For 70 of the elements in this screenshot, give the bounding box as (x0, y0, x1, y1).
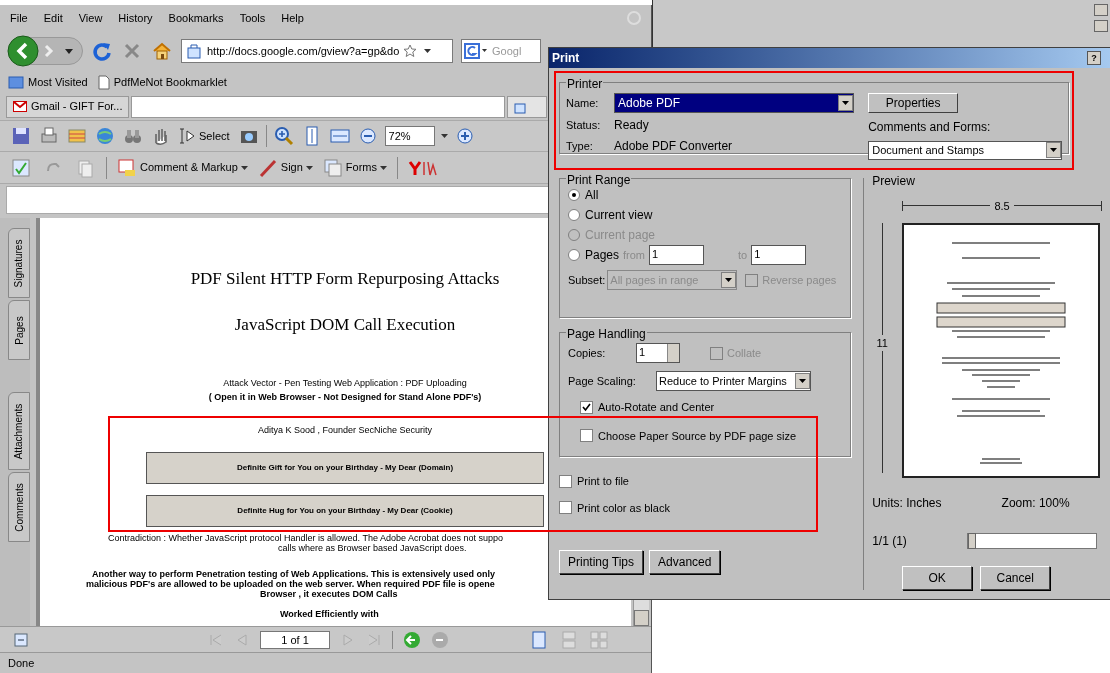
address-bar[interactable]: http://docs.google.com/gview?a=gp&do (181, 39, 453, 63)
document-text: malicious PDF's are allowed to be uploaded on the web server. When required PDF file is opene (86, 578, 496, 589)
bookmark-link[interactable]: PdfMeNot Bookmarklet (113, 73, 227, 91)
checkbox-label: Print color as black (577, 500, 670, 516)
document-title: PDF Silent HTTP Form Repurposing Attacks (190, 268, 500, 290)
preview-zoom: Zoom: 100% (1001, 494, 1070, 512)
page-number-field[interactable]: 1 of 1 (260, 630, 330, 649)
comments-dropdown[interactable]: Document and Stamps (868, 141, 1062, 160)
side-tab[interactable]: Attachments (8, 392, 30, 470)
browser-tab[interactable]: Gmail - GIFT For... (6, 95, 130, 118)
menu-item[interactable]: Edit (43, 9, 63, 27)
checkbox-label: Auto-Rotate and Center (598, 400, 715, 415)
side-tab[interactable]: Comments (8, 472, 30, 542)
sign-button[interactable]: Sign (257, 157, 313, 178)
side-tab[interactable]: Pages (8, 300, 30, 360)
field-label: Copies: (568, 345, 607, 361)
help-button[interactable]: ? (1087, 51, 1101, 65)
printer-dropdown[interactable]: Adobe PDF (614, 93, 855, 113)
field-value: Ready (614, 117, 650, 134)
field-label: Comments and Forms: (868, 119, 992, 136)
pdf-form-button[interactable]: Definite Hug for You on your Birthday - My Dear (Cookie) (146, 494, 544, 527)
menu-item[interactable]: History (118, 9, 153, 27)
ok-button[interactable]: OK (902, 565, 973, 590)
status-text: Done (8, 655, 35, 671)
dimension-label: 8.5 (994, 199, 1010, 214)
radio-label: All (585, 187, 599, 204)
document-text: Browser , it executes DOM Calls (260, 588, 398, 599)
field-label: Type: (566, 138, 594, 154)
page-count: 1/1 (1) (872, 532, 908, 550)
dialog-button[interactable]: Advanced (649, 550, 721, 574)
select-tool-button[interactable]: Select (178, 125, 232, 147)
radio-label: Current view (585, 207, 653, 224)
menu-item[interactable]: Help (281, 9, 304, 27)
side-tab[interactable]: Signatures (8, 228, 30, 298)
properties-button[interactable]: Properties (868, 93, 959, 113)
preview-units: Units: Inches (872, 494, 942, 512)
menu-item[interactable]: File (10, 9, 28, 27)
comment-markup-button[interactable]: Comment & Markup (117, 157, 248, 178)
zoom-field[interactable]: 72% (384, 126, 435, 146)
from-field[interactable]: 1 (649, 245, 705, 265)
to-field[interactable]: 1 (751, 245, 807, 265)
document-text: Worked Efficiently with (280, 608, 380, 619)
document-text: calls where as Browser based JavaScript does. (278, 542, 468, 553)
dialog-button[interactable]: Printing Tips (559, 550, 644, 574)
document-text: Contradiction : Whether JavaScript protocol Handler is allowed. The Adobe Acrobat does not suppo (108, 532, 504, 543)
page-scaling-dropdown[interactable]: Reduce to Printer Margins (656, 371, 811, 391)
document-text: Aditya K Sood , Founder SecNiche Security (257, 424, 433, 437)
document-text: ( Open it in Web Browser - Not Designed for Stand Alone PDF's) (208, 390, 482, 404)
field-label: Page Scaling: (568, 373, 637, 389)
field-value: Adobe PDF Converter (614, 138, 734, 155)
document-text: Attack Vector - Pen Testing Web Application : PDF Uploading (223, 377, 467, 390)
copies-spinner[interactable]: 1 (636, 343, 680, 363)
field-label: Status: (566, 117, 602, 133)
dimension-label: 11 (876, 334, 888, 351)
field-label: Subset: (568, 272, 606, 288)
bookmark-link[interactable]: Most Visited (28, 73, 88, 91)
document-text: Another way to perform Penetration testing of Web Applications. This is extensively used only (92, 568, 497, 579)
radio-label: Pages (585, 247, 620, 264)
menu-item[interactable]: View (78, 9, 103, 27)
pdf-form-button[interactable]: Definite Gift for You on your Birthday - My Dear (Domain) (146, 451, 544, 484)
menu-item[interactable]: Tools (239, 9, 266, 27)
group-title: Preview (872, 173, 916, 190)
window-title: Print (552, 50, 580, 67)
checkbox-label: Choose Paper Source by PDF page size (598, 428, 797, 444)
forms-button[interactable]: Forms (322, 157, 387, 178)
document-subtitle: JavaScript DOM Call Execution (234, 313, 456, 336)
menu-item[interactable]: Bookmarks (168, 9, 224, 27)
cancel-button[interactable]: Cancel (980, 565, 1051, 590)
checkbox-label: Print to file (577, 474, 629, 489)
field-label: Name: (566, 95, 600, 111)
